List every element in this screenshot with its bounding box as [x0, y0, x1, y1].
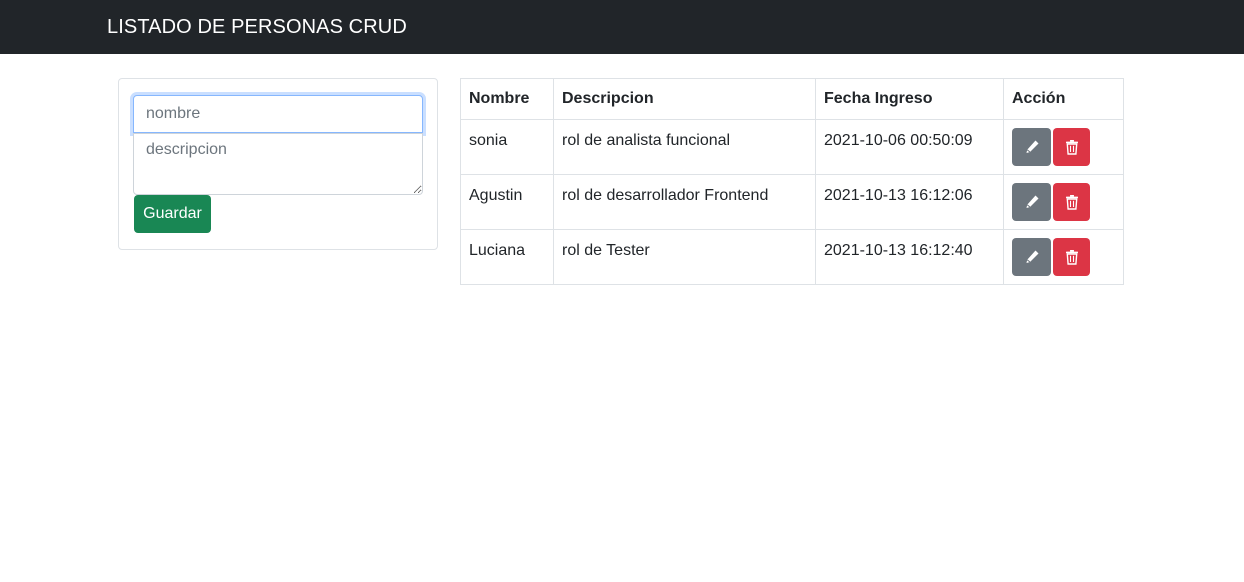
- delete-button[interactable]: [1053, 128, 1090, 166]
- cell-nombre: Agustin: [460, 174, 554, 230]
- cell-accion: [1003, 119, 1124, 175]
- cell-accion: [1003, 229, 1124, 285]
- descripcion-textarea[interactable]: [133, 133, 423, 195]
- cell-nombre: Luciana: [460, 229, 554, 285]
- cell-nombre: sonia: [460, 119, 554, 175]
- cell-descripcion: rol de Tester: [553, 229, 816, 285]
- pencil-icon: [1026, 140, 1038, 153]
- table-row: sonia rol de analista funcional 2021-10-…: [460, 119, 1124, 175]
- delete-button[interactable]: [1053, 238, 1090, 276]
- cell-descripcion: rol de desarrollador Frontend: [553, 174, 816, 230]
- trash-icon: [1065, 250, 1078, 265]
- edit-button[interactable]: [1012, 183, 1051, 221]
- delete-button[interactable]: [1053, 183, 1090, 221]
- trash-icon: [1065, 195, 1078, 210]
- table-header-row: Nombre Descripcion Fecha Ingreso Acción: [460, 78, 1124, 120]
- navbar: LISTADO DE PERSONAS CRUD: [0, 0, 1244, 54]
- guardar-button[interactable]: Guardar: [134, 195, 211, 233]
- table-row: Luciana rol de Tester 2021-10-13 16:12:4…: [460, 229, 1124, 285]
- nombre-input[interactable]: [133, 95, 423, 133]
- table-row: Agustin rol de desarrollador Frontend 20…: [460, 174, 1124, 230]
- trash-icon: [1065, 140, 1078, 155]
- cell-fecha: 2021-10-13 16:12:40: [815, 229, 1004, 285]
- header-fecha-ingreso: Fecha Ingreso: [815, 78, 1004, 120]
- personas-table: Nombre Descripcion Fecha Ingreso Acción …: [460, 78, 1124, 285]
- navbar-brand[interactable]: LISTADO DE PERSONAS CRUD: [107, 15, 407, 39]
- person-form: Guardar: [118, 78, 438, 250]
- cell-descripcion: rol de analista funcional: [553, 119, 816, 175]
- edit-button[interactable]: [1012, 128, 1051, 166]
- pencil-icon: [1026, 195, 1038, 208]
- pencil-icon: [1026, 250, 1038, 263]
- header-nombre: Nombre: [460, 78, 554, 120]
- edit-button[interactable]: [1012, 238, 1051, 276]
- header-descripcion: Descripcion: [553, 78, 816, 120]
- cell-accion: [1003, 174, 1124, 230]
- cell-fecha: 2021-10-13 16:12:06: [815, 174, 1004, 230]
- header-accion: Acción: [1003, 78, 1124, 120]
- cell-fecha: 2021-10-06 00:50:09: [815, 119, 1004, 175]
